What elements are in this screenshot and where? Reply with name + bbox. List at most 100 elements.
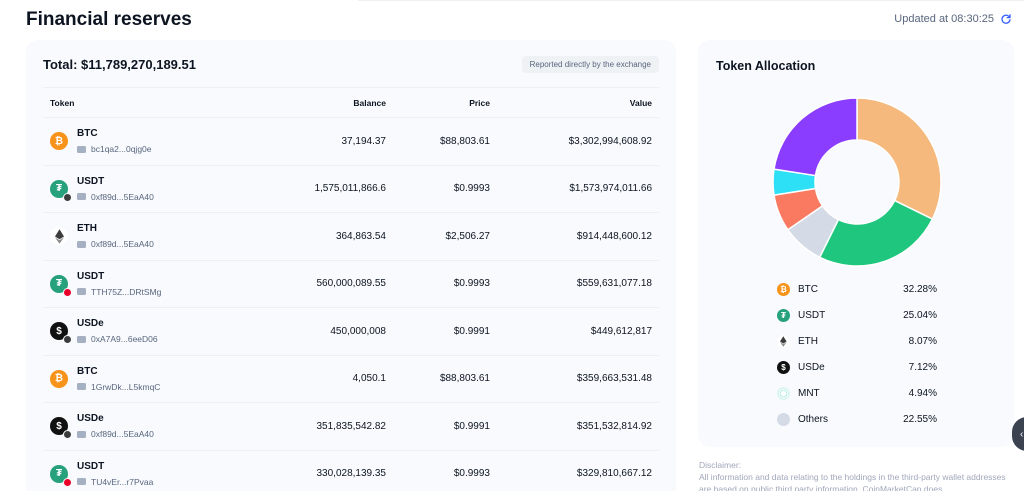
table-row[interactable]: ₿ BTC 1GrwDk...L5kmqC 4,050.1 $88,803.61 $359… bbox=[43, 356, 659, 403]
wallet-address[interactable]: 1GrwDk...L5kmqC bbox=[77, 382, 160, 392]
token-symbol: BTC bbox=[77, 128, 98, 140]
wallet-address-text: TTH75Z...DRtSMg bbox=[91, 286, 162, 297]
table-row[interactable]: ₿ BTC bc1qa2...0qjg0e 37,194.37 $88,803.61 $3… bbox=[43, 118, 659, 166]
legend-percentage: 22.55% bbox=[903, 413, 937, 425]
usdt-icon: ₮ bbox=[777, 308, 790, 322]
wallet-address[interactable]: 0xf89d...5EaA40 bbox=[77, 239, 154, 249]
wallet-address[interactable]: 0xf89d...5EaA40 bbox=[77, 429, 154, 439]
legend-name: BTC bbox=[798, 283, 818, 295]
wallet-icon bbox=[77, 145, 86, 153]
eth-icon bbox=[777, 334, 790, 348]
price-cell: $0.9991 bbox=[453, 420, 490, 432]
wallet-address-text: bc1qa2...0qjg0e bbox=[91, 144, 152, 155]
donut-slice-others[interactable] bbox=[773, 97, 858, 177]
table-row[interactable]: $ USDe 0xA7A9...6eeD06 450,000,008 $0.9991 $4… bbox=[43, 308, 659, 356]
others-icon bbox=[777, 412, 790, 426]
btc-icon: ₿ bbox=[50, 369, 68, 388]
wallet-address[interactable]: 0xA7A9...6eeD06 bbox=[77, 334, 158, 344]
table-row[interactable]: $ USDe 0xf89d...5EaA40 351,835,542.82 $0.999… bbox=[43, 403, 659, 451]
column-header-balance[interactable]: Balance bbox=[263, 98, 386, 108]
balance-cell: 1,575,011,866.6 bbox=[314, 183, 386, 195]
value-cell: $329,810,667.12 bbox=[576, 468, 652, 480]
usde-icon: $ bbox=[50, 417, 72, 440]
price-cell: $88,803.61 bbox=[439, 135, 490, 147]
legend-item-btc[interactable]: ₿ BTC 32.28% bbox=[777, 276, 937, 302]
legend-item-usdt[interactable]: ₮ USDT 25.04% bbox=[777, 302, 937, 328]
token-info: USDT TU4vEr...r7Pvaa bbox=[77, 461, 153, 487]
token-symbol: USDe bbox=[77, 318, 104, 330]
network-badge-icon bbox=[63, 287, 72, 297]
usdt-icon: ₮ bbox=[50, 274, 72, 297]
donut-slice-usdt[interactable] bbox=[818, 199, 934, 267]
token-symbol: USDT bbox=[77, 270, 105, 282]
wallet-address-text: 0xf89d...5EaA40 bbox=[91, 429, 154, 440]
network-badge-icon bbox=[63, 430, 72, 440]
wallet-address[interactable]: bc1qa2...0qjg0e bbox=[77, 144, 152, 154]
usdt-icon: ₮ bbox=[50, 464, 72, 487]
price-cell: $2,506.27 bbox=[445, 230, 491, 242]
updated-status: Updated at 08:30:25 bbox=[894, 13, 1012, 25]
wallet-address-text: 0xA7A9...6eeD06 bbox=[91, 334, 158, 345]
wallet-icon bbox=[77, 430, 86, 438]
price-cell: $0.9993 bbox=[453, 278, 490, 290]
token-cell: $ USDe 0xA7A9...6eeD06 bbox=[43, 318, 263, 345]
wallet-icon bbox=[77, 288, 86, 296]
wallet-icon bbox=[77, 478, 86, 486]
legend-name: Others bbox=[798, 413, 829, 425]
legend-percentage: 25.04% bbox=[903, 309, 937, 321]
table-body: ₿ BTC bc1qa2...0qjg0e 37,194.37 $88,803.61 $3… bbox=[43, 118, 659, 491]
token-info: USDT TTH75Z...DRtSMg bbox=[77, 271, 161, 297]
token-cell: ₮ USDT TU4vEr...r7Pvaa bbox=[43, 461, 263, 487]
token-info: BTC 1GrwDk...L5kmqC bbox=[77, 366, 160, 392]
donut-slice-btc[interactable] bbox=[856, 97, 942, 221]
allocation-legend: ₿ BTC 32.28% ₮ USDT 25.04% ETH 8.07% $ USDe 7.12% M… bbox=[777, 276, 937, 432]
column-header-token[interactable]: Token bbox=[43, 98, 263, 108]
table-row[interactable]: ETH 0xf89d...5EaA40 364,863.54 $2,506.27 $91… bbox=[43, 213, 659, 261]
mnt-icon bbox=[777, 386, 790, 400]
value-cell: $559,631,077.18 bbox=[576, 278, 652, 290]
legend-item-mnt[interactable]: MNT 4.94% bbox=[777, 380, 937, 406]
usde-icon: $ bbox=[50, 322, 72, 345]
token-symbol: USDT bbox=[77, 175, 105, 187]
usdt-icon: ₮ bbox=[50, 179, 72, 202]
balance-cell: 560,000,089.55 bbox=[316, 278, 386, 290]
balance-cell: 450,000,008 bbox=[330, 325, 386, 337]
legend-item-eth[interactable]: ETH 8.07% bbox=[777, 328, 937, 354]
wallet-address[interactable]: TU4vEr...r7Pvaa bbox=[77, 477, 153, 487]
value-cell: $3,302,994,608.92 bbox=[568, 135, 652, 147]
wallet-address-text: 0xf89d...5EaA40 bbox=[91, 239, 154, 250]
value-cell: $1,573,974,011.66 bbox=[569, 183, 652, 195]
wallet-icon bbox=[77, 335, 86, 343]
source-badge: Reported directly by the exchange bbox=[521, 56, 659, 73]
wallet-address-text: 1GrwDk...L5kmqC bbox=[91, 381, 161, 392]
reserves-table: Token Balance Price Value ₿ BTC bc1qa2...0… bbox=[43, 87, 659, 491]
wallet-address-text: 0xf89d...5EaA40 bbox=[91, 191, 154, 202]
token-symbol: BTC bbox=[77, 365, 98, 377]
table-row[interactable]: ₮ USDT TTH75Z...DRtSMg 560,000,089.55 $0.999… bbox=[43, 261, 659, 308]
table-row[interactable]: ₮ USDT TU4vEr...r7Pvaa 330,028,139.35 $0.999… bbox=[43, 451, 659, 491]
refresh-icon[interactable] bbox=[1000, 13, 1012, 25]
eth-icon bbox=[50, 227, 68, 246]
token-cell: ₿ BTC 1GrwDk...L5kmqC bbox=[43, 366, 263, 392]
value-cell: $914,448,600.12 bbox=[576, 230, 652, 242]
value-cell: $359,663,531.48 bbox=[576, 373, 652, 385]
column-header-value[interactable]: Value bbox=[490, 98, 652, 108]
column-header-price[interactable]: Price bbox=[386, 98, 490, 108]
top-divider bbox=[358, 0, 1024, 1]
legend-name: MNT bbox=[798, 387, 820, 399]
balance-cell: 364,863.54 bbox=[335, 230, 386, 242]
allocation-panel: Token Allocation ₿ BTC 32.28% ₮ USDT 25.04% ET… bbox=[698, 40, 1014, 447]
network-badge-icon bbox=[63, 192, 72, 202]
disclaimer-heading: Disclaimer: bbox=[699, 460, 742, 470]
wallet-icon bbox=[77, 240, 86, 248]
token-cell: ₮ USDT 0xf89d...5EaA40 bbox=[43, 176, 263, 202]
legend-item-others[interactable]: Others 22.55% bbox=[777, 406, 937, 432]
wallet-address[interactable]: TTH75Z...DRtSMg bbox=[77, 287, 161, 297]
reserves-panel: Total: $11,789,270,189.51 Reported direc… bbox=[26, 40, 676, 491]
legend-percentage: 7.12% bbox=[908, 361, 937, 373]
token-info: USDe 0xf89d...5EaA40 bbox=[77, 413, 154, 439]
table-row[interactable]: ₮ USDT 0xf89d...5EaA40 1,575,011,866.6 $0.99… bbox=[43, 166, 659, 213]
disclaimer: Disclaimer: All information and data rel… bbox=[699, 459, 1014, 491]
wallet-address[interactable]: 0xf89d...5EaA40 bbox=[77, 192, 154, 202]
legend-item-usde[interactable]: $ USDe 7.12% bbox=[777, 354, 937, 380]
